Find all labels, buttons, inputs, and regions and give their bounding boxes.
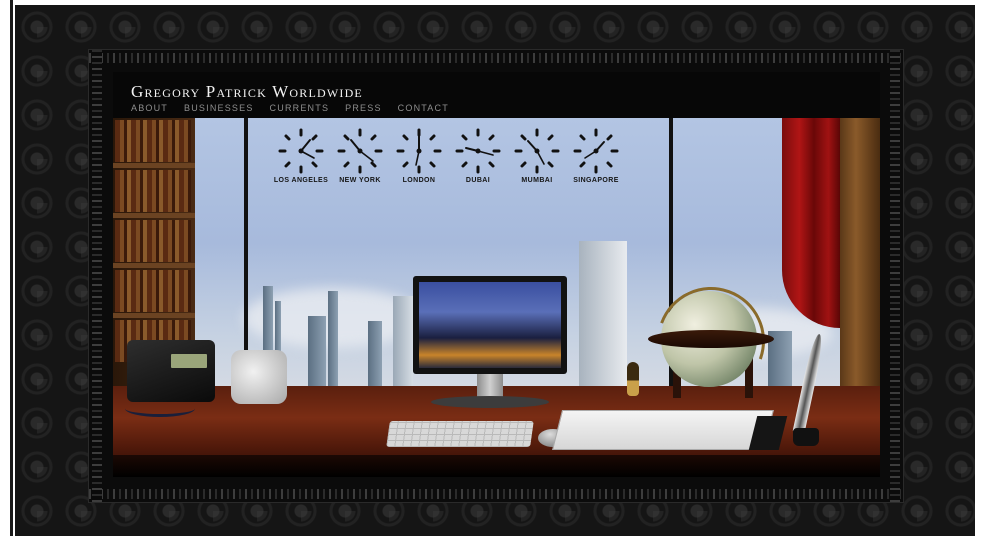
frame-border-right — [890, 50, 900, 502]
clock-icon — [396, 128, 442, 174]
clock-icon — [573, 128, 619, 174]
clock-city-label: NEW YORK — [339, 177, 381, 184]
clock-london[interactable]: LONDON — [395, 128, 443, 184]
desk-bell — [627, 362, 639, 396]
left-edge-strip — [0, 0, 13, 536]
shelf-board — [113, 313, 195, 318]
books-row — [115, 270, 191, 312]
nav-item-contact[interactable]: CONTACT — [398, 103, 449, 113]
clock-city-label: DUBAI — [465, 177, 491, 184]
site-header: Gregory Patrick Worldwide ABOUT BUSINESS… — [113, 72, 880, 118]
clock-city-label: LONDON — [402, 177, 436, 184]
books-row — [115, 120, 191, 162]
world-clocks: LOS ANGELES NEW YORK LONDON DUBAI MUMBAI… — [273, 128, 620, 184]
skyline-building — [368, 321, 382, 391]
inkwell — [793, 428, 819, 446]
skyline-building — [308, 316, 326, 391]
clock-icon — [514, 128, 560, 174]
phone-cord — [125, 400, 195, 417]
clock-los-angeles[interactable]: LOS ANGELES — [273, 128, 329, 184]
nav-item-press[interactable]: PRESS — [345, 103, 382, 113]
clock-city-label: SINGAPORE — [573, 177, 619, 184]
frame-border-top — [89, 53, 903, 63]
clock-mumbai[interactable]: MUMBAI — [513, 128, 561, 184]
rolodex[interactable] — [231, 350, 287, 404]
monitor-screen-skyline — [419, 282, 561, 368]
clock-icon — [278, 128, 324, 174]
books-row — [115, 170, 191, 212]
books-row — [115, 220, 191, 262]
shelf-board — [113, 263, 195, 268]
clock-icon — [337, 128, 383, 174]
clock-icon — [455, 128, 501, 174]
desk-edge — [113, 455, 880, 477]
globe-stand — [648, 330, 774, 348]
skyline-building — [393, 296, 413, 391]
phone-display — [171, 354, 207, 368]
site-title[interactable]: Gregory Patrick Worldwide — [131, 82, 363, 102]
frame-border-left — [92, 50, 102, 502]
desk-phone[interactable] — [127, 340, 215, 402]
nav-item-currents[interactable]: CURRENTS — [270, 103, 330, 113]
shelf-board — [113, 213, 195, 218]
nav-item-businesses[interactable]: BUSINESSES — [184, 103, 254, 113]
skyline-tower — [579, 241, 627, 391]
shelf-board — [113, 163, 195, 168]
right-edge-strip — [975, 0, 982, 536]
main-stage: Gregory Patrick Worldwide ABOUT BUSINESS… — [113, 72, 880, 477]
clock-dubai[interactable]: DUBAI — [454, 128, 502, 184]
keyboard[interactable] — [386, 421, 534, 447]
clock-city-label: MUMBAI — [521, 177, 553, 184]
open-binder[interactable] — [552, 410, 774, 450]
clock-city-label: LOS ANGELES — [273, 177, 329, 184]
nav-item-about[interactable]: ABOUT — [131, 103, 168, 113]
skyline-building — [328, 291, 338, 391]
monitor-stand — [477, 374, 503, 398]
red-curtain — [782, 118, 840, 328]
clock-new-york[interactable]: NEW YORK — [336, 128, 384, 184]
clock-singapore[interactable]: SINGAPORE — [572, 128, 620, 184]
main-nav: ABOUT BUSINESSES CURRENTS PRESS CONTACT — [131, 103, 449, 113]
frame-border-bottom — [89, 489, 903, 499]
computer-monitor[interactable] — [413, 276, 567, 374]
monitor-base — [431, 396, 549, 408]
office-scene: LOS ANGELES NEW YORK LONDON DUBAI MUMBAI… — [113, 118, 880, 477]
